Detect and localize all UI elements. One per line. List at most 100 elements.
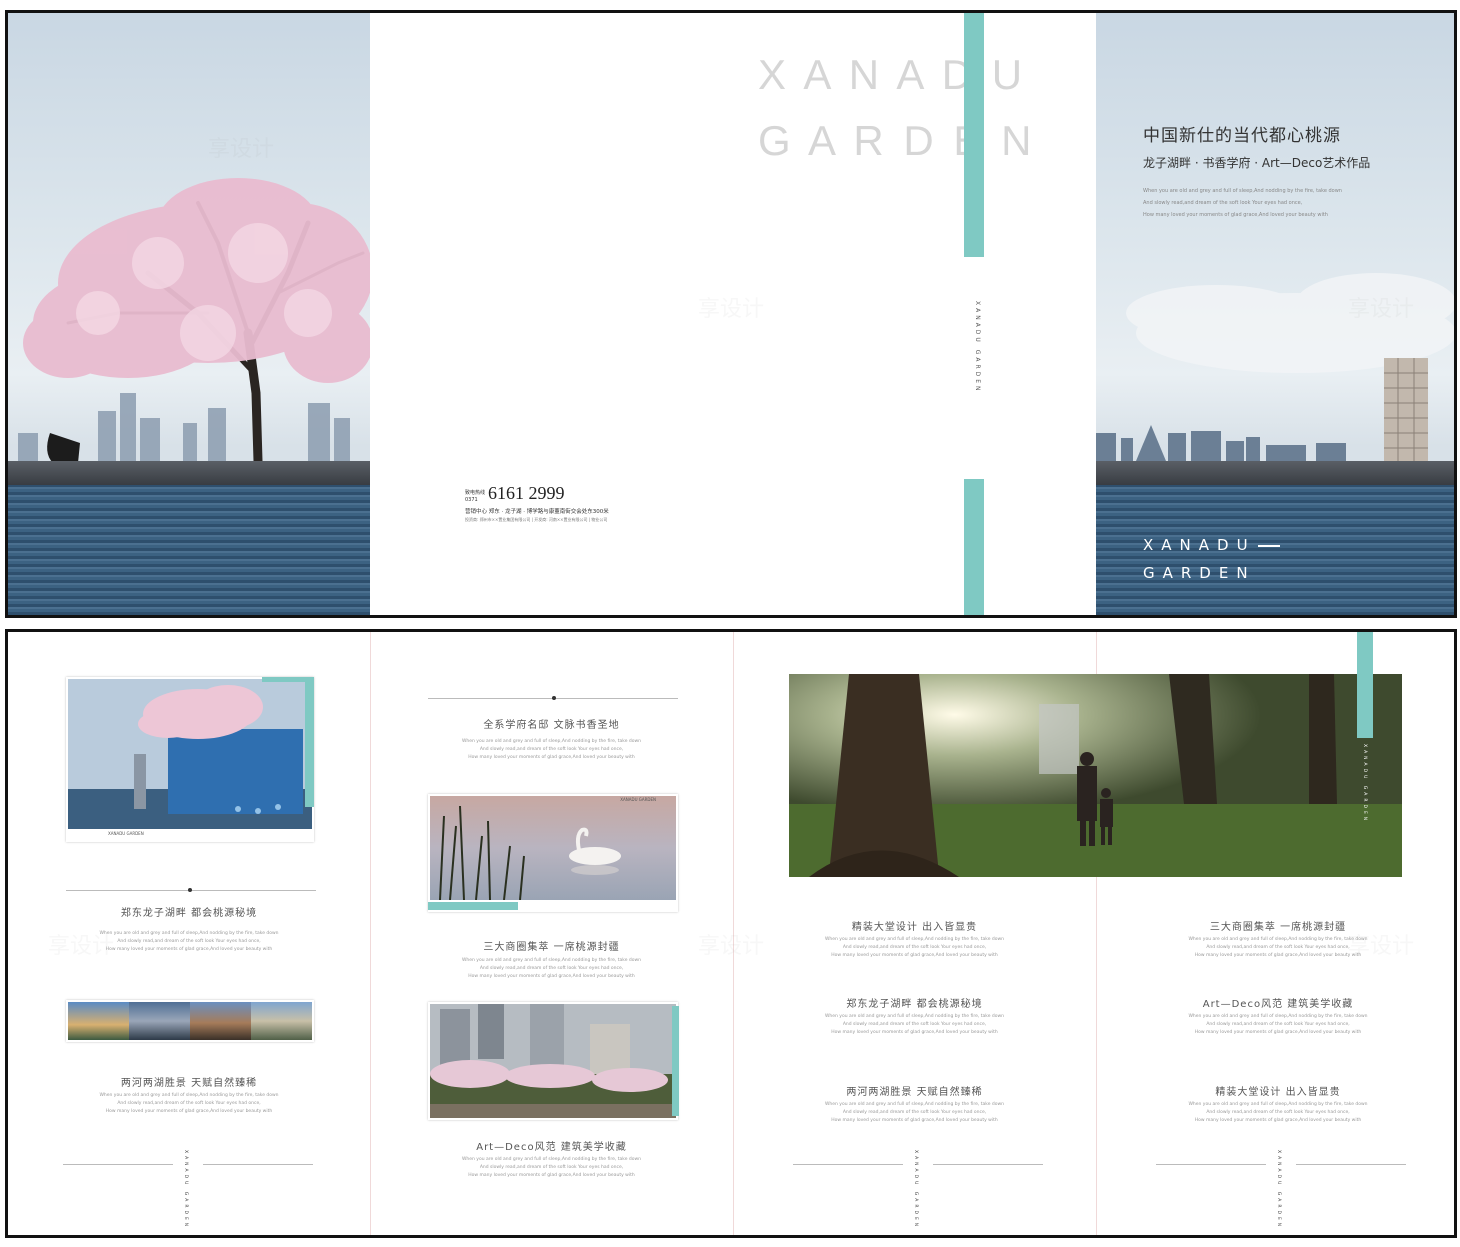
hotline-label: 致电热线 xyxy=(465,490,486,496)
section-body: When you are old and grey and full of sl… xyxy=(733,1013,1096,1037)
cover-en-line: How many loved your moments of glad grac… xyxy=(1143,212,1328,218)
photo-swan xyxy=(430,796,676,901)
body-line: How many loved your moments of glad grac… xyxy=(831,1118,998,1123)
body-line: When you are old and grey and full of sl… xyxy=(461,739,642,744)
section-title: 郑东龙子湖畔 都会桃源秘境 xyxy=(120,908,258,919)
body-line: When you are old and grey and full of sl… xyxy=(824,1014,1005,1019)
teal-bar-top xyxy=(964,13,984,257)
body-line: And slowly read,and dream of the soft lo… xyxy=(1206,1110,1350,1115)
section-title: Art—Deco风范 建筑美学收藏 xyxy=(1202,999,1354,1010)
signature-rule xyxy=(933,1164,1043,1165)
body-line: And slowly read,and dream of the soft lo… xyxy=(117,1101,261,1106)
signature-rule xyxy=(203,1164,313,1165)
lake-water xyxy=(8,485,370,615)
contact-block: 致电热线 0371 6161 2999 营销中心 郑东 · 龙子湖 · 博学路与… xyxy=(465,483,609,523)
section-body: When you are old and grey and full of sl… xyxy=(733,936,1096,960)
inside-panel-2: 全系学府名邸 文脉书香圣地 When you are old and grey … xyxy=(370,632,733,1235)
photo-caption: XANADU GARDEN xyxy=(620,797,656,802)
section-title: Art—Deco风范 建筑美学收藏 xyxy=(476,1142,627,1153)
body-line: When you are old and grey and full of sl… xyxy=(461,958,642,963)
xanadu-outline-title: X A N A D U xyxy=(758,51,1027,98)
body-line: When you are old and grey and full of sl… xyxy=(99,1093,279,1098)
body-line: How many loved your moments of glad grac… xyxy=(831,1030,998,1035)
divider-dot xyxy=(552,696,556,700)
swan-photo: XANADU GARDEN xyxy=(428,794,678,912)
cover-back-panel xyxy=(8,13,370,615)
section-title: 精装大堂设计 出入皆显贵 xyxy=(1215,1087,1341,1098)
body-line: And slowly read,and dream of the soft lo… xyxy=(842,1022,987,1027)
panel-3-text: 精装大堂设计 出入皆显贵 When you are old and grey a… xyxy=(733,632,1096,1235)
hotline-number: 6161 2999 xyxy=(488,483,565,503)
body-line: And slowly read,and dream of the soft lo… xyxy=(479,966,624,971)
section-title: 两河两湖胜景 天赋自然臻稀 xyxy=(846,1087,983,1098)
section-title: 三大商圈集萃 一席桃源封疆 xyxy=(483,942,620,953)
watermark: 享设计 xyxy=(698,297,765,322)
body-line: How many loved your moments of glad grac… xyxy=(1194,1118,1362,1123)
body-line: How many loved your moments of glad grac… xyxy=(1194,1030,1362,1035)
signature-rule xyxy=(793,1164,903,1165)
section-body: When you are old and grey and full of sl… xyxy=(370,1156,733,1180)
body-line: And slowly read,and dream of the soft lo… xyxy=(479,1165,624,1170)
teal-accent xyxy=(428,902,518,910)
brochure-inside-spread: XANADU GARDEN 郑东龙子湖畔 都会桃源秘境 When you are… xyxy=(5,629,1457,1238)
brochure-outside-spread: X A N A D U G A R D E N XANADU GARDEN 致电… xyxy=(5,10,1457,618)
signature-rule xyxy=(1296,1164,1406,1165)
cover-subheadline: 龙子湖畔 · 书香学府 · Art—Deco艺术作品 xyxy=(1143,156,1371,170)
body-line: How many loved your moments of glad grac… xyxy=(468,755,635,760)
section-body: When you are old and grey and full of sl… xyxy=(1096,1101,1454,1125)
teal-bar-bottom xyxy=(964,479,984,615)
signature-mark: XANADU GARDEN xyxy=(183,1150,188,1230)
fine-print: 投资商: 郑州市××置业集团有限公司 | 开发商: 河南××置业有限公司 | 物… xyxy=(465,517,608,522)
signature-rule xyxy=(63,1164,173,1165)
signature-rule xyxy=(1156,1164,1266,1165)
teal-accent xyxy=(672,1006,679,1116)
section-body: When you are old and grey and full of sl… xyxy=(370,738,733,762)
body-line: When you are old and grey and full of sl… xyxy=(824,1102,1005,1107)
watermark: 享设计 xyxy=(698,934,765,959)
brand-line-xanadu: XANADU xyxy=(1143,536,1256,554)
watermark: 享设计 xyxy=(48,934,115,959)
watermark: 享设计 xyxy=(1348,297,1415,322)
body-line: When you are old and grey and full of sl… xyxy=(1188,1014,1368,1019)
section-title: 郑东龙子湖畔 都会桃源秘境 xyxy=(846,999,983,1010)
body-line: How many loved your moments of glad grac… xyxy=(831,953,998,958)
body-line: And slowly read,and dream of the soft lo… xyxy=(1206,1022,1350,1027)
section-title: 两河两湖胜景 天赋自然臻稀 xyxy=(120,1078,258,1089)
garden-outline-title: G A R D E N xyxy=(758,117,1036,164)
divider-dot xyxy=(188,888,192,892)
signature-mark: XANADU GARDEN xyxy=(913,1150,918,1230)
cover-en-text: When you are old and grey and full of sl… xyxy=(1143,185,1370,221)
teal-accent xyxy=(305,677,314,807)
cover-headline-block: 中国新仕的当代都心桃源 龙子湖畔 · 书香学府 · Art—Deco艺术作品 W… xyxy=(1143,121,1370,221)
body-line: And slowly read,and dream of the soft lo… xyxy=(479,747,624,752)
body-line: And slowly read,and dream of the soft lo… xyxy=(842,1110,987,1115)
body-line: When you are old and grey and full of sl… xyxy=(824,937,1005,942)
cover-brand-mark: XANADU GARDEN xyxy=(1143,531,1280,587)
body-line: How many loved your moments of glad grac… xyxy=(468,974,635,979)
section-title: 精装大堂设计 出入皆显贵 xyxy=(851,922,978,933)
photo-garden xyxy=(430,1004,676,1118)
body-line: How many loved your moments of glad grac… xyxy=(105,1109,273,1114)
photo-caption: XANADU GARDEN xyxy=(108,831,144,836)
section-body: When you are old and grey and full of sl… xyxy=(1096,1013,1454,1037)
area-code: 0371 xyxy=(465,497,478,503)
section-body: When you are old and grey and full of sl… xyxy=(8,1092,370,1116)
vertical-brand-mark: XANADU GARDEN xyxy=(974,301,981,394)
watermark: 享设计 xyxy=(1348,934,1415,959)
cover-en-line: When you are old and grey and full of sl… xyxy=(1143,188,1342,194)
section-body: When you are old and grey and full of sl… xyxy=(733,1101,1096,1125)
section-title: 全系学府名邸 文脉书香圣地 xyxy=(483,720,620,731)
body-line: And slowly read,and dream of the soft lo… xyxy=(842,945,987,950)
body-line: When you are old and grey and full of sl… xyxy=(461,1157,642,1162)
body-line: When you are old and grey and full of sl… xyxy=(1188,1102,1368,1107)
photo-waterwall xyxy=(68,679,312,829)
cover-en-line: And slowly read,and dream of the soft lo… xyxy=(1143,200,1303,206)
photo-strip xyxy=(66,1000,314,1042)
sales-address: 营销中心 郑东 · 龙子湖 · 博学路与康董南街交会处东300米 xyxy=(465,509,609,515)
watermark: 享设计 xyxy=(208,137,275,162)
signature-mark: XANADU GARDEN xyxy=(1276,1150,1281,1230)
brand-dash xyxy=(1257,544,1280,547)
body-line: How many loved your moments of glad grac… xyxy=(468,1173,635,1178)
blossom-waterwall-photo: XANADU GARDEN xyxy=(66,677,314,842)
residential-garden-photo xyxy=(428,1002,678,1120)
